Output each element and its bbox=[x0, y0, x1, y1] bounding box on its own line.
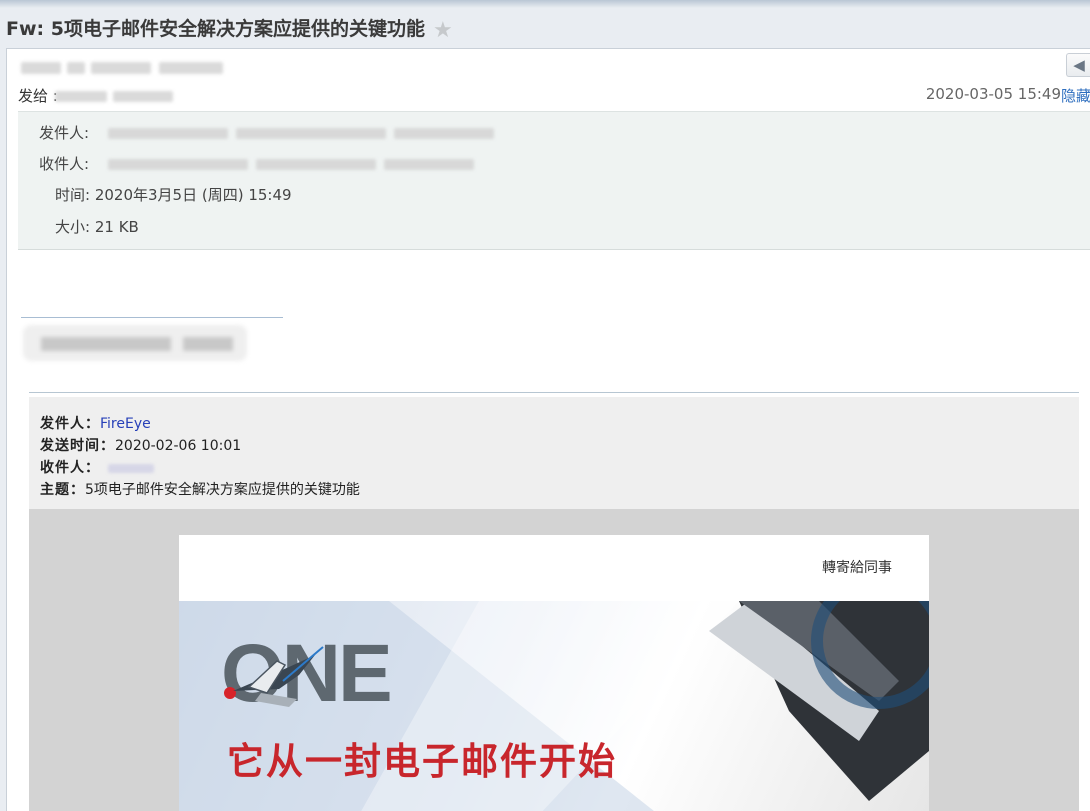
fwd-from-label: 发件人： bbox=[40, 416, 100, 432]
signature-redacted bbox=[23, 325, 247, 361]
email-datetime: 2020-03-05 15:49 bbox=[925, 85, 1061, 103]
fwd-subject-row: 主题：5项电子邮件安全解决方案应提供的关键功能 bbox=[40, 479, 360, 499]
jet-logo-icon bbox=[224, 646, 324, 707]
to-label: 发给 : bbox=[18, 87, 58, 105]
email-details-box: 发件人: 收件人: 时间: 2020年3月5日 (周四) 15:49 大小: 2… bbox=[18, 111, 1090, 250]
fwd-sent-label: 发送时间： bbox=[40, 438, 115, 454]
fwd-to-redacted bbox=[108, 463, 154, 473]
fwd-subject-label: 主题： bbox=[40, 482, 85, 498]
details-to-redacted bbox=[108, 159, 478, 170]
sender-redacted bbox=[21, 62, 231, 74]
details-size-value: 21 KB bbox=[94, 218, 139, 236]
fwd-sent-row: 发送时间：2020-02-06 10:01 bbox=[40, 435, 241, 455]
subject-text: Fw: 5项电子邮件安全解决方案应提供的关键功能 bbox=[6, 18, 425, 40]
fwd-to-label: 收件人： bbox=[40, 460, 100, 476]
details-time: 时间: 2020年3月5日 (周四) 15:49 bbox=[55, 184, 292, 205]
fwd-subject-value: 5项电子邮件安全解决方案应提供的关键功能 bbox=[85, 482, 360, 498]
details-time-label: 时间: bbox=[55, 186, 91, 204]
window-top-border bbox=[0, 0, 1090, 8]
fwd-sender-link[interactable]: FireEye bbox=[100, 416, 151, 432]
fwd-from-row: 发件人：FireEye bbox=[40, 413, 151, 433]
quote-divider bbox=[21, 317, 283, 318]
email-view-panel: 发给 : ◀ 2020-03-05 15:49 隐藏 发件人: 收件人: 时间:… bbox=[6, 48, 1090, 811]
details-size: 大小: 21 KB bbox=[55, 216, 139, 237]
details-to-label: 收件人: bbox=[39, 155, 90, 173]
hide-details-link[interactable]: 隐藏 bbox=[1061, 85, 1090, 106]
hero-banner: ONE 它从一封电子邮件开始 bbox=[179, 601, 929, 811]
recipient-redacted bbox=[55, 91, 173, 102]
details-from-label: 发件人: bbox=[39, 124, 90, 142]
details-time-value: 2020年3月5日 (周四) 15:49 bbox=[94, 186, 292, 204]
reply-arrow-icon[interactable]: ◀ bbox=[1066, 53, 1090, 77]
fwd-sent-value: 2020-02-06 10:01 bbox=[115, 438, 242, 454]
forward-separator bbox=[29, 392, 1079, 393]
newsletter-content: 轉寄給同事 ONE 它从一封电子邮件开始 bbox=[179, 535, 929, 811]
forward-to-colleague-link[interactable]: 轉寄給同事 bbox=[822, 557, 892, 577]
banner-tagline: 它从一封电子邮件开始 bbox=[227, 740, 617, 783]
details-size-label: 大小: bbox=[55, 218, 91, 236]
email-subject-title: Fw: 5项电子邮件安全解决方案应提供的关键功能 ★ bbox=[6, 14, 453, 43]
details-from-redacted bbox=[108, 128, 498, 139]
star-icon[interactable]: ★ bbox=[433, 18, 453, 43]
email-body-background: 轉寄給同事 ONE 它从一封电子邮件开始 bbox=[29, 509, 1079, 811]
forwarded-header: 发件人：FireEye 发送时间：2020-02-06 10:01 收件人： 主… bbox=[29, 397, 1079, 509]
fwd-to-row: 收件人： bbox=[40, 457, 154, 477]
